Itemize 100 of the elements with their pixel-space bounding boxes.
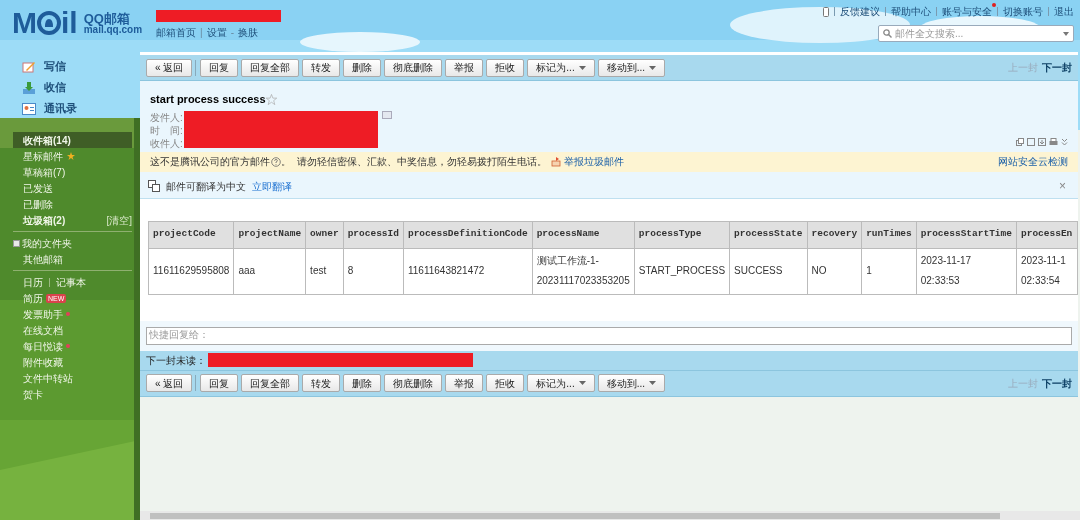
folder-item[interactable]: 已删除 — [13, 196, 132, 212]
print-icon[interactable] — [1049, 137, 1058, 146]
top-link[interactable]: 帮助中心 — [891, 4, 931, 19]
toolbar-button[interactable]: 回复 — [200, 374, 239, 392]
table-cell: START_PROCESS — [634, 248, 730, 294]
toolbar-button[interactable]: 拒收 — [486, 58, 525, 77]
translate-text: 邮件可翻译为中文 — [166, 179, 246, 194]
column-header: processType — [634, 221, 730, 248]
header-link[interactable]: 设置 — [206, 25, 227, 40]
column-header: processDefinitionCode — [403, 221, 533, 248]
toolbar-button[interactable]: « 返回 — [146, 374, 193, 392]
toolbar-button[interactable]: 转发 — [302, 374, 341, 392]
column-header: processId — [343, 221, 404, 248]
toolbar-button[interactable]: 举报 — [445, 58, 484, 77]
toolbar-button[interactable]: 回复全部 — [241, 58, 300, 77]
caret-icon — [649, 65, 657, 70]
search-icon — [883, 29, 892, 38]
star-icon[interactable] — [265, 93, 277, 105]
logo-text: il — [61, 8, 78, 38]
folder-item[interactable]: 其他邮箱 — [13, 251, 132, 267]
tool-link[interactable]: 附件收藏 — [23, 354, 63, 370]
translate-link[interactable]: 立即翻译 — [252, 178, 292, 194]
toolbar-button[interactable]: 删除 — [343, 58, 382, 77]
dropdown-button[interactable]: 移动到... — [597, 58, 666, 77]
dropdown-button[interactable]: 标记为... — [527, 58, 595, 77]
separator-text: - — [230, 26, 234, 40]
horizontal-scrollbar[interactable] — [140, 511, 1080, 520]
quick-reply-field[interactable]: 快捷回复给： — [146, 326, 1072, 345]
folder-item[interactable]: 垃圾箱(2) [清空] — [13, 212, 132, 228]
tool-link[interactable]: 贺卡 — [23, 386, 43, 402]
header-link[interactable]: 换肤 — [238, 25, 258, 40]
help-icon[interactable] — [271, 156, 281, 167]
search-field[interactable]: 邮件全文搜索... — [878, 25, 1074, 42]
next-unread-label: 下一封未读： — [146, 353, 206, 368]
top-link[interactable]: 账号与安全 — [942, 4, 992, 19]
tool-link[interactable]: 简历 — [23, 290, 43, 306]
calendar-link[interactable]: 日历 — [23, 274, 43, 290]
column-header: processName — [532, 221, 635, 248]
top-link[interactable]: 切换账号 — [1003, 4, 1043, 19]
caret-icon — [1063, 31, 1069, 36]
table-cell: NO — [807, 248, 862, 294]
expand-toggle-icon[interactable] — [13, 239, 20, 247]
search-input[interactable]: 邮件全文搜索... — [895, 26, 1060, 41]
contact-card-icon — [22, 102, 36, 115]
windows-icon[interactable] — [1016, 137, 1024, 146]
tool-link[interactable]: 在线文档 — [23, 322, 63, 338]
header-link[interactable]: 邮箱首页 — [156, 25, 197, 40]
security-check-link[interactable]: 网站安全云检测 — [998, 154, 1068, 169]
toolbar-button[interactable]: 回复 — [200, 58, 239, 77]
table-cell: 11611629595808 — [148, 248, 234, 294]
folder-item[interactable]: 我的文件夹 — [22, 235, 72, 251]
warning-text: 。 请勿轻信密保、汇款、中奖信息，勿轻易拨打陌生电话。 — [281, 155, 547, 169]
sidebar-action[interactable]: 收信 — [22, 77, 140, 98]
folder-item[interactable]: 收件箱(14) — [13, 132, 132, 148]
phone-icon[interactable] — [823, 6, 829, 17]
download-icon[interactable] — [1038, 137, 1046, 146]
contact-card-icon[interactable] — [381, 110, 392, 119]
toolbar-button[interactable]: « 返回 — [146, 58, 193, 77]
chevron-down-icon[interactable] — [1061, 137, 1068, 146]
empty-trash-link[interactable]: [清空] — [106, 212, 132, 228]
tool-link[interactable]: 文件中转站 — [23, 370, 73, 386]
column-header: runTimes — [861, 221, 917, 248]
top-link[interactable]: 反馈建议 — [840, 4, 880, 19]
table-cell: aaa — [233, 248, 306, 294]
notebook-link[interactable]: 记事本 — [56, 274, 86, 290]
report-spam-link[interactable]: 举报垃圾邮件 — [563, 154, 624, 169]
next-link[interactable]: 下一封 — [1042, 60, 1072, 75]
toolbar-button[interactable]: 拒收 — [486, 374, 525, 392]
column-header: processEn — [1016, 221, 1078, 248]
next-link[interactable]: 下一封 — [1042, 375, 1072, 391]
toolbar-button[interactable]: 举报 — [445, 374, 484, 392]
caret-icon — [649, 381, 657, 385]
pencil-icon — [22, 59, 36, 74]
table-cell: 2023-11-17 02:33:53 — [916, 248, 1017, 294]
field-label: 发件人: — [150, 110, 183, 124]
tool-link[interactable]: 每日悦读 — [23, 338, 63, 354]
bell-logo-icon — [37, 11, 61, 35]
toolbar-button[interactable]: 删除 — [343, 374, 382, 392]
folder-item[interactable]: 星标邮件 — [13, 148, 132, 164]
toolbar-button[interactable]: 彻底删除 — [384, 58, 443, 77]
column-header: owner — [305, 221, 344, 248]
domain-text: mail.qq.com — [83, 24, 143, 35]
close-button[interactable]: × — [1059, 177, 1066, 195]
toolbar-button[interactable]: 回复全部 — [241, 374, 300, 392]
column-header: projectName — [233, 221, 306, 248]
top-link[interactable]: 退出 — [1054, 4, 1074, 19]
brand-name: QQ邮箱 — [83, 11, 130, 25]
folder-item[interactable]: 草稿箱(7) — [13, 164, 132, 180]
tool-link[interactable]: 发票助手 — [23, 306, 63, 322]
star-icon — [67, 152, 75, 160]
sidebar-action[interactable]: 写信 — [22, 56, 140, 77]
toolbar-button[interactable]: 转发 — [302, 58, 341, 77]
toolbar-button[interactable]: 彻底删除 — [384, 374, 443, 392]
dropdown-button[interactable]: 移动到... — [597, 374, 666, 392]
dropdown-button[interactable]: 标记为... — [527, 374, 595, 392]
sidebar-action[interactable]: 通讯录 — [22, 98, 140, 119]
warning-lead: 这不是腾讯公司的官方邮件 — [150, 155, 270, 169]
note-icon[interactable] — [1027, 137, 1035, 146]
field-label: 时 间: — [150, 123, 183, 137]
folder-item[interactable]: 已发送 — [13, 180, 132, 196]
